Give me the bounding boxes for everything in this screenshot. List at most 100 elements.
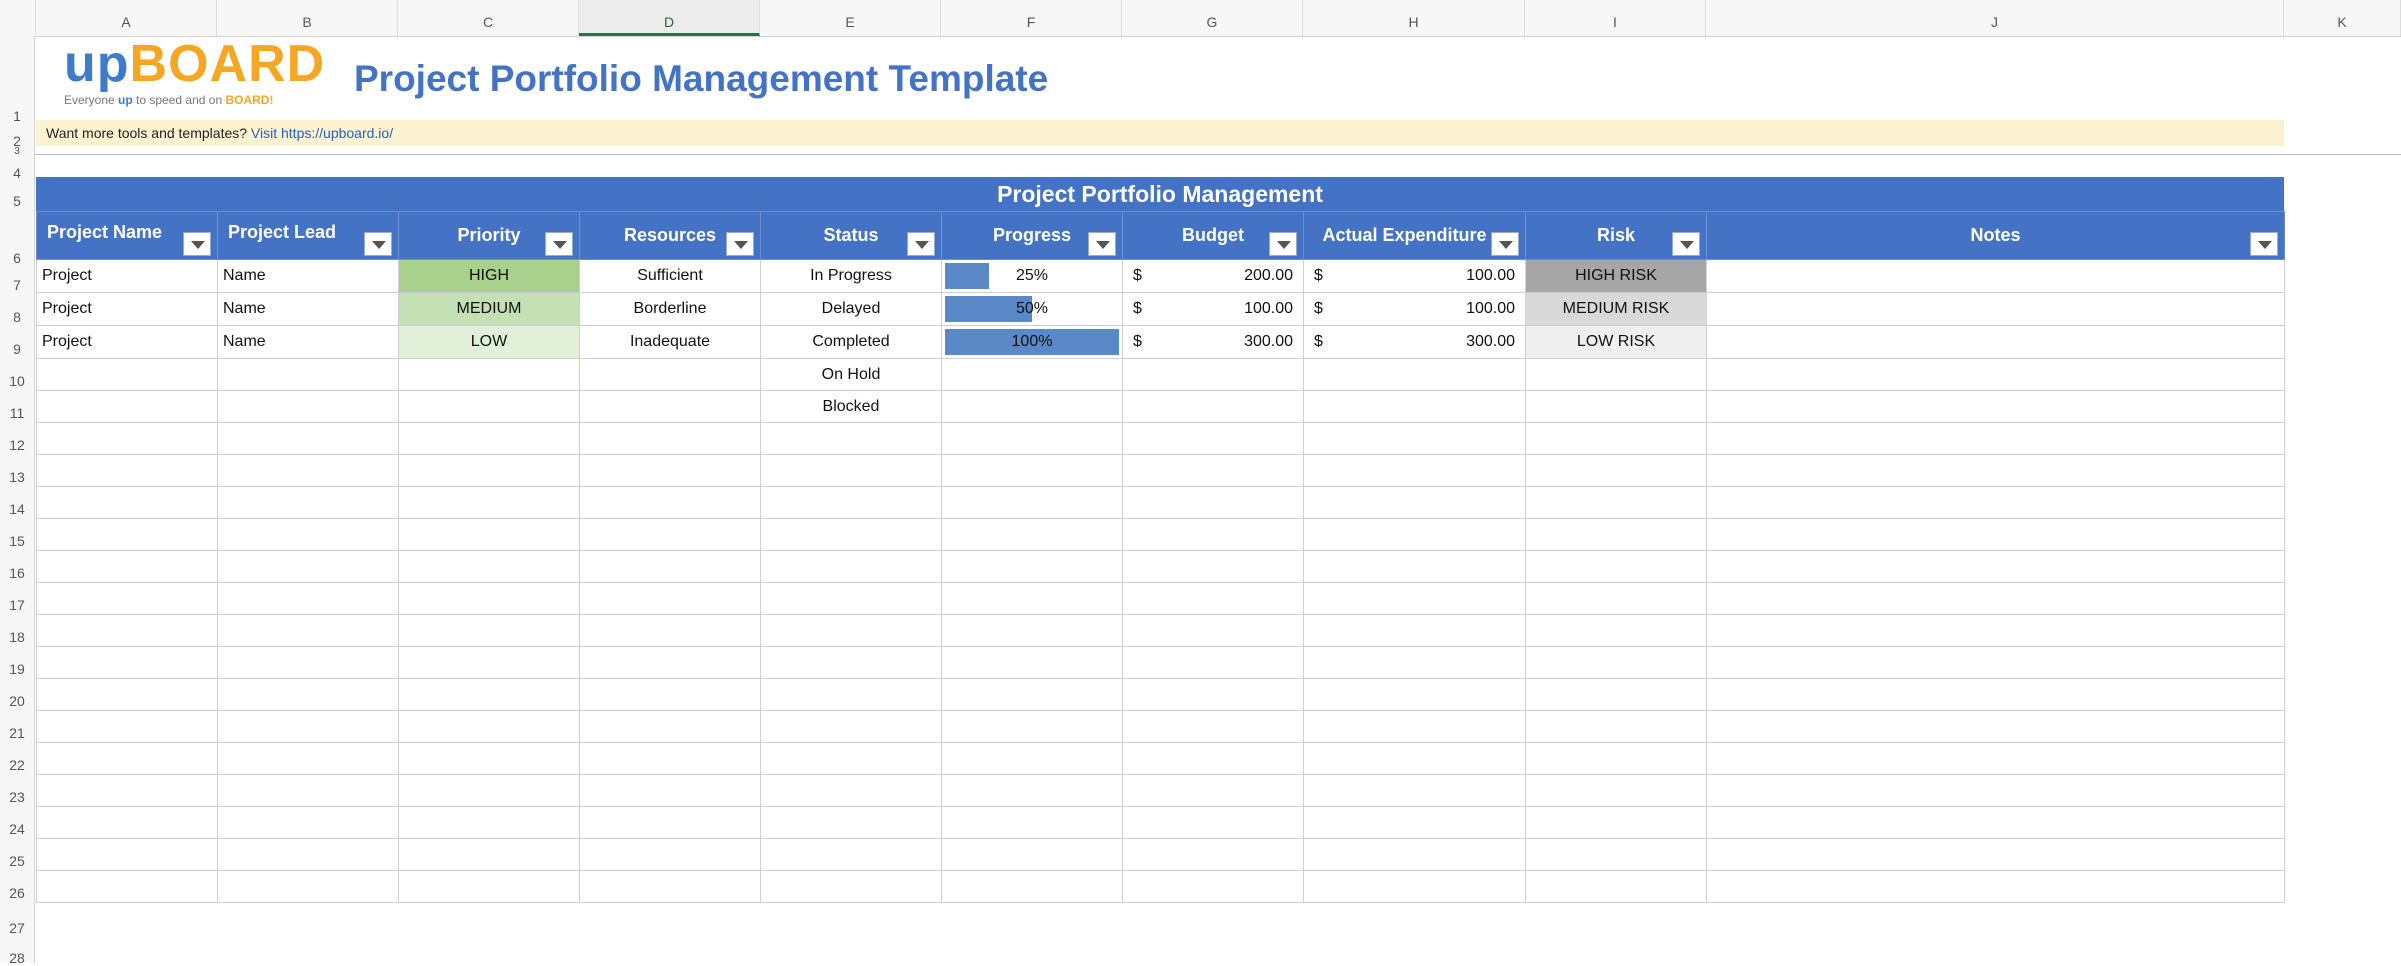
cell-budget[interactable] [1122, 774, 1304, 807]
cell-status[interactable] [760, 678, 942, 711]
cell-risk[interactable] [1525, 646, 1707, 679]
cell-notes[interactable] [1706, 325, 2285, 359]
cell-notes[interactable] [1706, 486, 2285, 519]
cell-resources[interactable] [579, 838, 761, 871]
cell-status[interactable] [760, 422, 942, 455]
cell-status[interactable] [760, 838, 942, 871]
filter-dropdown-icon[interactable] [907, 232, 935, 256]
cell-resources[interactable] [579, 806, 761, 839]
cell-status[interactable] [760, 774, 942, 807]
cell-status[interactable]: Blocked [760, 390, 942, 423]
cell-progress[interactable] [941, 742, 1123, 775]
cell-actual-expenditure[interactable]: $100.00 [1303, 259, 1526, 293]
row-header-5[interactable]: 5 [0, 193, 34, 209]
cell-priority[interactable] [398, 422, 580, 455]
cell-actual-expenditure[interactable] [1303, 614, 1526, 647]
cell-actual-expenditure[interactable] [1303, 358, 1526, 391]
cell-priority[interactable] [398, 742, 580, 775]
cell-progress[interactable] [941, 358, 1123, 391]
cell-project-name[interactable] [36, 838, 218, 871]
cell-notes[interactable] [1706, 259, 2285, 293]
cell-risk[interactable] [1525, 742, 1707, 775]
cell-project-lead[interactable] [217, 870, 399, 903]
cell-resources[interactable] [579, 870, 761, 903]
cell-resources[interactable] [579, 422, 761, 455]
row-header-23[interactable]: 23 [0, 789, 34, 805]
cell-project-name[interactable] [36, 390, 218, 423]
cell-status[interactable]: On Hold [760, 358, 942, 391]
cell-project-name[interactable] [36, 806, 218, 839]
cell-resources[interactable] [579, 486, 761, 519]
cell-budget[interactable] [1122, 582, 1304, 615]
filter-dropdown-icon[interactable] [183, 232, 211, 256]
row-header-22[interactable]: 22 [0, 757, 34, 773]
cell-budget[interactable]: $300.00 [1122, 325, 1304, 359]
cell-priority[interactable] [398, 614, 580, 647]
col-header-A[interactable]: A [36, 0, 217, 36]
cell-risk[interactable] [1525, 678, 1707, 711]
cell-risk[interactable] [1525, 774, 1707, 807]
cell-project-name[interactable] [36, 454, 218, 487]
cell-project-lead[interactable] [217, 710, 399, 743]
cell-status[interactable]: Completed [760, 325, 942, 359]
cell-budget[interactable] [1122, 614, 1304, 647]
row-header-27[interactable]: 27 [0, 920, 34, 936]
cell-project-lead[interactable] [217, 518, 399, 551]
row-header-17[interactable]: 17 [0, 597, 34, 613]
row-header-24[interactable]: 24 [0, 821, 34, 837]
row-header-14[interactable]: 14 [0, 501, 34, 517]
row-header-28[interactable]: 28 [0, 950, 34, 966]
col-header-E[interactable]: E [760, 0, 941, 36]
cell-progress[interactable]: 25% [941, 259, 1123, 293]
filter-dropdown-icon[interactable] [1269, 232, 1297, 256]
cell-project-lead[interactable]: Name [217, 259, 399, 293]
cell-budget[interactable] [1122, 518, 1304, 551]
select-all-corner[interactable] [0, 0, 36, 36]
cell-progress[interactable] [941, 710, 1123, 743]
cell-priority[interactable] [398, 582, 580, 615]
row-header-15[interactable]: 15 [0, 533, 34, 549]
cell-risk[interactable] [1525, 358, 1707, 391]
cell-budget[interactable] [1122, 838, 1304, 871]
row-header-16[interactable]: 16 [0, 565, 34, 581]
cell-actual-expenditure[interactable]: $100.00 [1303, 292, 1526, 326]
cell-priority[interactable] [398, 678, 580, 711]
cell-status[interactable] [760, 614, 942, 647]
filter-dropdown-icon[interactable] [1088, 232, 1116, 256]
cell-project-lead[interactable] [217, 422, 399, 455]
cell-resources[interactable]: Borderline [579, 292, 761, 326]
cell-notes[interactable] [1706, 422, 2285, 455]
cell-priority[interactable] [398, 550, 580, 583]
row-header-1[interactable]: 1 [0, 108, 34, 124]
cell-risk[interactable] [1525, 710, 1707, 743]
cell-risk[interactable] [1525, 870, 1707, 903]
cell-resources[interactable] [579, 358, 761, 391]
cell-actual-expenditure[interactable] [1303, 390, 1526, 423]
cell-project-name[interactable]: Project [36, 292, 218, 326]
row-header-18[interactable]: 18 [0, 629, 34, 645]
cell-actual-expenditure[interactable] [1303, 774, 1526, 807]
cell-risk[interactable] [1525, 838, 1707, 871]
cell-status[interactable] [760, 710, 942, 743]
cell-progress[interactable] [941, 806, 1123, 839]
cell-project-lead[interactable] [217, 582, 399, 615]
cell-status[interactable] [760, 742, 942, 775]
cell-project-lead[interactable]: Name [217, 325, 399, 359]
cell-notes[interactable] [1706, 870, 2285, 903]
cell-actual-expenditure[interactable] [1303, 710, 1526, 743]
cell-budget[interactable]: $200.00 [1122, 259, 1304, 293]
cell-risk[interactable] [1525, 422, 1707, 455]
cell-resources[interactable] [579, 454, 761, 487]
cell-priority[interactable]: LOW [398, 325, 580, 359]
cell-actual-expenditure[interactable] [1303, 870, 1526, 903]
filter-dropdown-icon[interactable] [545, 232, 573, 256]
row-header-20[interactable]: 20 [0, 693, 34, 709]
cell-progress[interactable] [941, 838, 1123, 871]
cell-project-lead[interactable] [217, 838, 399, 871]
cell-project-lead[interactable] [217, 774, 399, 807]
cell-project-lead[interactable] [217, 742, 399, 775]
cell-progress[interactable] [941, 582, 1123, 615]
cell-notes[interactable] [1706, 454, 2285, 487]
cell-budget[interactable] [1122, 390, 1304, 423]
cell-notes[interactable] [1706, 710, 2285, 743]
